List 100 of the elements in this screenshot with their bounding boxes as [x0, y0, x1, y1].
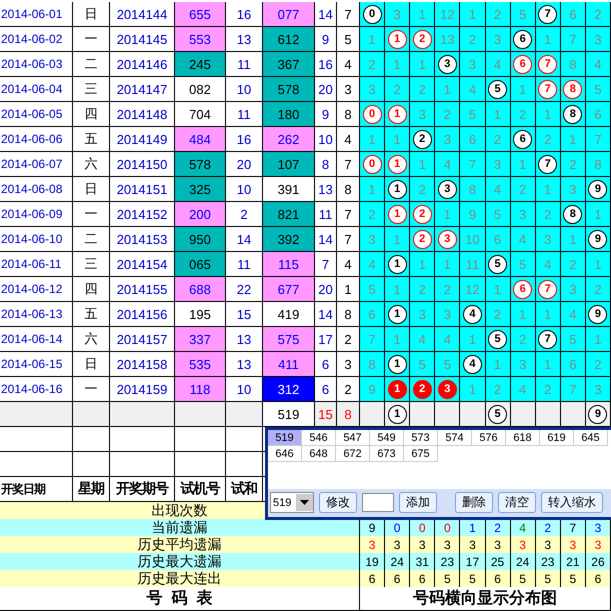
number-ball: 6: [513, 54, 532, 74]
number-dropdown[interactable]: 519: [270, 492, 314, 513]
miss-count-cell: 7: [360, 327, 386, 352]
table-title: 号 码 表: [0, 587, 360, 611]
miss-count-cell: 3: [486, 152, 511, 177]
number-ball: 2: [412, 230, 432, 248]
miss-count-cell: 5: [510, 252, 536, 277]
date-cell: 2014-06-12: [0, 277, 73, 302]
trial-number-cell: 245: [175, 52, 226, 77]
miss-count-cell: 5: [460, 102, 486, 127]
miss-count-cell: 1: [560, 127, 586, 152]
miss-count-cell: 4: [510, 227, 536, 252]
miss-count-cell: 7: [586, 127, 611, 152]
miss-count-cell: 7: [560, 27, 586, 52]
weekday-cell: 二: [73, 52, 110, 77]
miss-count-cell: 3: [410, 102, 436, 127]
miss-count-cell: 2: [410, 77, 436, 102]
draw-number-cell: 262: [263, 127, 315, 152]
draw-number-cell: 411: [263, 352, 315, 377]
draw-number-cell: 677: [263, 277, 315, 302]
draw-number-cell: 392: [263, 227, 315, 252]
number-list-item[interactable]: 675: [404, 446, 438, 462]
number-list-item[interactable]: 549: [370, 430, 404, 446]
stat-cell: 5: [435, 570, 460, 589]
number-list-item[interactable]: 547: [336, 430, 370, 446]
number-input-field[interactable]: [362, 493, 394, 512]
miss-count-cell: 1: [586, 252, 611, 277]
weekday-cell: 四: [73, 277, 110, 302]
weekday-cell: 一: [73, 27, 110, 52]
number-ball: 1: [388, 404, 407, 424]
miss-count-cell: 1: [460, 327, 486, 352]
number-list-item[interactable]: 648: [302, 446, 336, 462]
number-ball: 1: [388, 30, 407, 48]
miss-count-cell: 2: [360, 202, 386, 227]
sum-cell: 9: [315, 27, 337, 52]
miss-count-cell: 5: [560, 327, 586, 352]
miss-count-cell: 8: [460, 177, 486, 202]
miss-count-cell: 2: [486, 302, 511, 327]
weekday-cell: 二: [73, 227, 110, 252]
number-ball: 6: [513, 280, 532, 298]
miss-count-cell: 10: [460, 227, 486, 252]
empty-cell: [73, 452, 110, 477]
miss-count-cell: 3: [385, 2, 410, 27]
miss-count-cell: 8: [586, 152, 611, 177]
number-list-item[interactable]: 573: [404, 430, 438, 446]
draw-number-cell: 612: [263, 27, 315, 52]
miss-count-cell: 2: [536, 202, 561, 227]
number-list-item[interactable]: 672: [336, 446, 370, 462]
toolbar-button[interactable]: 转入缩水: [541, 492, 603, 513]
miss-count-cell: 9: [460, 202, 486, 227]
empty-cell: [110, 452, 175, 477]
number-ball: 0: [362, 104, 382, 124]
miss-count-cell: 7: [560, 377, 586, 402]
number-list-item[interactable]: 519: [268, 430, 302, 446]
draw-number-cell: 180: [263, 102, 315, 127]
toolbar-button[interactable]: 添加: [399, 492, 437, 513]
date-cell: 2014-06-13: [0, 302, 73, 327]
trial-number-cell: 065: [175, 252, 226, 277]
toolbar-button[interactable]: 删除: [455, 492, 493, 513]
miss-count-cell: 1: [486, 352, 511, 377]
miss-count-cell: 3: [410, 302, 436, 327]
number-list-item[interactable]: 646: [268, 446, 302, 462]
number-list-item[interactable]: 645: [574, 430, 608, 446]
empty-cell: [73, 427, 110, 452]
number-ball: 2: [412, 380, 432, 398]
number-list-item[interactable]: 673: [370, 446, 404, 462]
number-ball: 9: [588, 404, 608, 424]
miss-count-cell: 9: [360, 377, 386, 402]
date-cell: 2014-06-01: [0, 2, 73, 27]
toolbar-button[interactable]: 修改: [319, 492, 357, 513]
miss-count-cell: 5: [435, 352, 460, 377]
number-ball: 2: [412, 130, 432, 148]
sum-cell: 16: [315, 52, 337, 77]
number-list-item[interactable]: 574: [438, 430, 472, 446]
draw-number-cell: 312: [263, 377, 315, 402]
weekday-cell: 一: [73, 202, 110, 227]
number-list-item[interactable]: 576: [472, 430, 506, 446]
toolbar-button[interactable]: 清空: [498, 492, 536, 513]
draw-number-cell: 391: [263, 177, 315, 202]
sum-cell: 10: [315, 127, 337, 152]
miss-count-cell: 4: [560, 302, 586, 327]
draw-number-cell: 578: [263, 77, 315, 102]
trial-number-cell: 195: [175, 302, 226, 327]
number-list-item[interactable]: 618: [506, 430, 540, 446]
miss-count-cell: 6: [560, 352, 586, 377]
number-ball: 3: [438, 380, 457, 398]
miss-count-cell: 4: [486, 52, 511, 77]
number-ball: 2: [412, 30, 432, 48]
number-list-item[interactable]: 546: [302, 430, 336, 446]
sum-cell: 9: [315, 102, 337, 127]
miss-count-cell: 1: [360, 177, 386, 202]
number-ball: 3: [438, 180, 457, 198]
number-list-item[interactable]: 619: [540, 430, 574, 446]
number-ball: 7: [538, 330, 558, 348]
trial-number-cell: 578: [175, 152, 226, 177]
stat-cell: 3: [360, 536, 386, 555]
miss-count-cell: 3: [560, 277, 586, 302]
miss-count-cell: 1: [410, 2, 436, 27]
trial-number-cell: 118: [175, 377, 226, 402]
number-ball: 2: [412, 204, 432, 224]
